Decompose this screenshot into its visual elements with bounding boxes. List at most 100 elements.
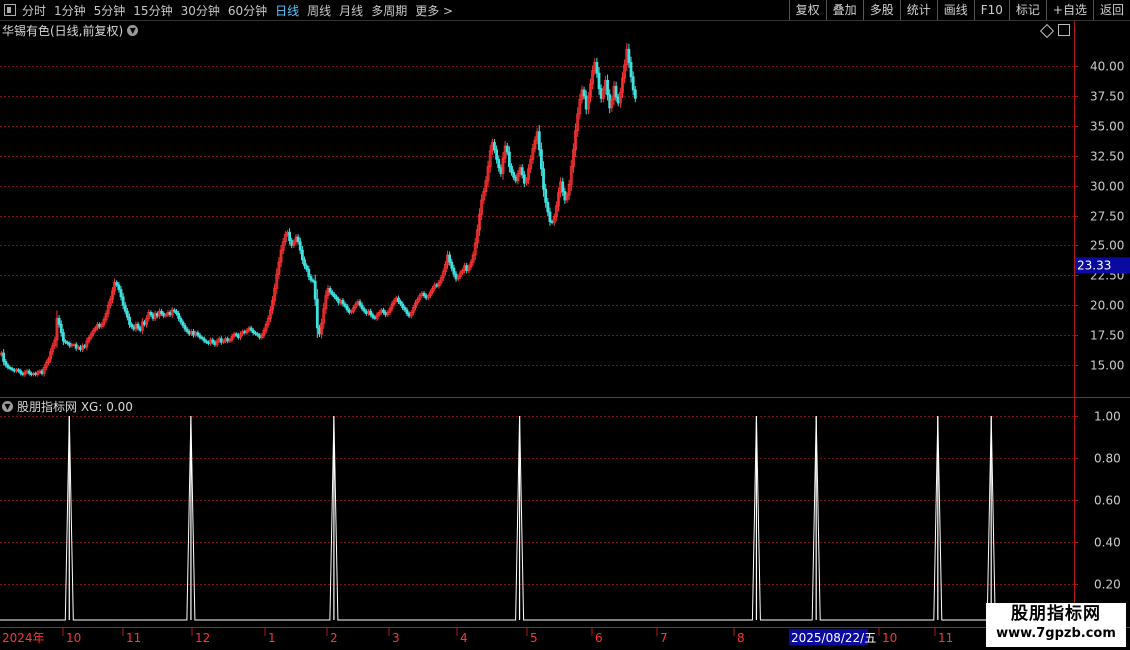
period-60min[interactable]: 60分钟 <box>228 2 267 19</box>
indicator-tick-label-2: 0.60 <box>1094 494 1121 508</box>
indicator-tick-label-4: 0.20 <box>1094 578 1121 592</box>
candle-body <box>98 323 102 328</box>
chart-canvas[interactable]: 40.0037.5035.0032.5030.0027.5025.0022.50… <box>0 0 1130 650</box>
f10-button[interactable]: F10 <box>973 0 1009 20</box>
period-fenshi[interactable]: 分时 <box>22 2 46 19</box>
restore-window-icon[interactable] <box>1058 24 1070 36</box>
candle-body <box>330 291 334 295</box>
candle-body <box>298 241 302 251</box>
candle-body <box>226 338 230 342</box>
watermark-title: 股朋指标网 <box>1011 604 1101 624</box>
candle-body <box>333 294 336 298</box>
date-tick-label-13: 10 <box>882 631 897 645</box>
xg-signal-line <box>0 415 1074 621</box>
candle-body <box>520 167 524 176</box>
candle-body <box>599 88 603 99</box>
watermark: 股朋指标网 www.7gpzb.com <box>986 603 1126 647</box>
price-tick-label-3: 32.50 <box>1090 150 1124 164</box>
period-multi[interactable]: 多周期 <box>371 2 407 19</box>
date-tick-label-7: 4 <box>460 631 468 645</box>
candle-body <box>40 370 44 374</box>
candle-body <box>234 333 238 336</box>
adjust-button[interactable]: 复权 <box>788 0 826 20</box>
candle-body <box>256 333 259 336</box>
indicator-title: ▼ 股朋指标网 XG: 0.00 <box>2 398 133 415</box>
chart-corner-icons <box>1039 23 1070 39</box>
date-tick-label-14: 11 <box>938 631 953 645</box>
date-tick-label-5: 2 <box>330 631 338 645</box>
back-button[interactable]: 返回 <box>1092 0 1130 20</box>
indicator-tick-label-0: 1.00 <box>1094 410 1121 424</box>
period-weekly[interactable]: 周线 <box>307 2 331 19</box>
candle-body <box>10 368 14 371</box>
candle-body <box>83 345 87 348</box>
candle-body <box>309 276 313 281</box>
candle-body <box>563 191 567 201</box>
price-tick-label-4: 30.00 <box>1090 180 1124 194</box>
stock-title: 华锡有色(日线,前复权) ▼ <box>2 22 139 39</box>
candle-body <box>343 303 347 307</box>
candle-body <box>627 48 631 63</box>
candle-body <box>211 339 215 343</box>
date-tick-label-1: 10 <box>66 631 81 645</box>
candle-body <box>448 254 452 263</box>
chevron-down-icon[interactable]: ▼ <box>2 401 13 412</box>
candle-body <box>305 265 309 270</box>
candle-body <box>608 94 612 109</box>
candle-body <box>384 311 388 316</box>
indicator-tick-label-3: 0.40 <box>1094 536 1121 550</box>
candle-body <box>358 301 362 306</box>
date-tick-label-9: 6 <box>595 631 603 645</box>
period-monthly[interactable]: 月线 <box>339 2 363 19</box>
candle-body <box>550 221 554 224</box>
candle-body <box>258 334 262 338</box>
period-more[interactable]: 更多 > <box>415 2 453 19</box>
candle-body <box>168 311 172 316</box>
statistics-button[interactable]: 统计 <box>899 0 937 20</box>
overlay-button[interactable]: 叠加 <box>825 0 863 20</box>
candle-body <box>548 211 552 222</box>
period-30min[interactable]: 30分钟 <box>181 2 220 19</box>
date-tick-label-10: 7 <box>660 631 668 645</box>
candle-body <box>582 89 586 97</box>
candle-body <box>584 95 588 110</box>
draw-button[interactable]: 画线 <box>936 0 974 20</box>
candle-body <box>512 172 516 178</box>
candle-body <box>17 369 20 372</box>
period-1min[interactable]: 1分钟 <box>54 2 86 19</box>
period-daily[interactable]: 日线 <box>275 2 299 19</box>
candle-body <box>328 288 332 293</box>
candle-body <box>497 158 501 169</box>
candle-body <box>192 331 195 336</box>
candle-body <box>407 313 411 317</box>
date-tick-label-2: 11 <box>126 631 141 645</box>
candle-body <box>311 279 315 282</box>
candle-body <box>236 334 240 338</box>
current-price-label: 23.33 <box>1077 258 1111 272</box>
diamond-icon[interactable] <box>1039 23 1055 39</box>
multi-stock-button[interactable]: 多股 <box>862 0 900 20</box>
window-icon[interactable] <box>4 4 16 16</box>
candle-body <box>522 174 526 184</box>
candle-body <box>121 296 125 306</box>
price-tick-label-10: 15.00 <box>1090 359 1124 373</box>
candle-body <box>19 370 23 374</box>
candle-body <box>149 311 153 316</box>
candle-body <box>362 308 366 312</box>
candle-body <box>631 76 635 91</box>
date-tick-label-6: 3 <box>392 631 400 645</box>
period-5min[interactable]: 5分钟 <box>94 2 126 19</box>
candle-body <box>296 236 300 243</box>
add-watchlist-button[interactable]: +自选 <box>1045 0 1093 20</box>
mark-button[interactable]: 标记 <box>1008 0 1046 20</box>
candle-body <box>542 168 545 190</box>
period-15min[interactable]: 15分钟 <box>133 2 172 19</box>
candle-body <box>371 314 375 318</box>
price-tick-label-9: 17.50 <box>1090 329 1124 343</box>
candle-body <box>126 310 129 318</box>
chevron-down-icon[interactable]: ▼ <box>127 25 139 36</box>
indicator-tick-label-1: 0.80 <box>1094 452 1121 466</box>
candle-body <box>61 332 65 342</box>
date-tick-label-11: 8 <box>737 631 745 645</box>
candle-body <box>318 327 321 335</box>
